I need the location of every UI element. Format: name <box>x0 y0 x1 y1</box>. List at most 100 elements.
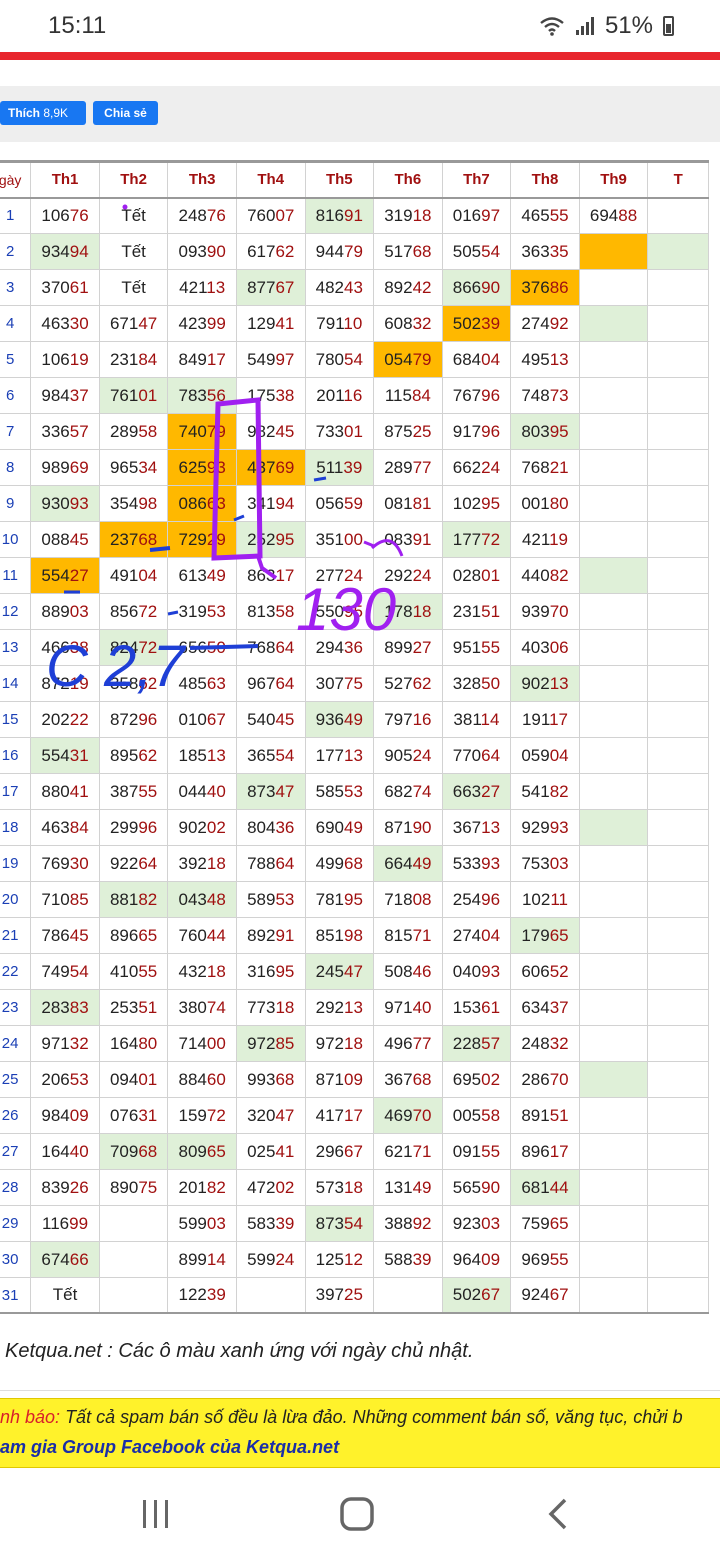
result-cell: 10619 <box>30 341 100 378</box>
facebook-like-button[interactable]: Thích 8,9K <box>0 101 86 125</box>
column-header: Th5 <box>304 160 375 199</box>
result-cell: 61349 <box>167 557 237 594</box>
result-cell: 87767 <box>235 269 306 306</box>
result-cell: 08663 <box>167 485 237 522</box>
result-cell: 00558 <box>441 1097 512 1134</box>
result-cell <box>578 845 649 882</box>
result-cell: 29667 <box>304 1133 375 1170</box>
result-cell: 77064 <box>441 737 512 774</box>
result-cell: 04093 <box>441 953 512 990</box>
facebook-group-link[interactable]: am gia Group Facebook của Ketqua.net <box>0 1437 339 1458</box>
table-row: 8 98969 96534 62593 43769 51139 28977 66224 7682… <box>0 449 709 486</box>
day-cell: 25 <box>0 1061 32 1098</box>
result-cell: 89151 <box>510 1097 580 1134</box>
result-cell: 15361 <box>441 989 512 1026</box>
result-cell <box>578 917 649 954</box>
result-cell: 17538 <box>235 377 306 414</box>
day-cell: 9 <box>0 485 32 522</box>
result-cell <box>578 881 649 918</box>
result-cell: 90202 <box>167 809 237 846</box>
result-cell: 69488 <box>578 197 649 234</box>
result-cell: 87354 <box>304 1205 375 1242</box>
result-cell: 32850 <box>441 665 512 702</box>
result-cell: 74873 <box>510 377 580 414</box>
day-cell: 2 <box>0 233 32 270</box>
result-cell <box>578 233 649 270</box>
result-cell: 92264 <box>98 845 169 882</box>
table-row: 10 08845 23768 72929 25295 35100 08391 17772 421… <box>0 521 709 558</box>
result-cell: 17772 <box>441 521 512 558</box>
result-cell: 78645 <box>30 917 100 954</box>
result-cell: 79716 <box>373 701 443 738</box>
result-cell: 80395 <box>510 413 580 450</box>
result-cell: 97218 <box>304 1025 375 1062</box>
result-cell: 09401 <box>98 1061 169 1098</box>
result-cell: 38074 <box>167 989 237 1026</box>
result-cell <box>578 1169 649 1206</box>
divider <box>0 1390 720 1391</box>
result-cell: 71085 <box>30 881 100 918</box>
result-cell: 66224 <box>441 449 512 486</box>
table-row: 25 20653 09401 88460 99368 87109 36768 69502 286… <box>0 1061 709 1098</box>
result-cell: 80965 <box>167 1133 237 1170</box>
day-cell: 20 <box>0 881 32 918</box>
day-cell: 1 <box>0 197 32 234</box>
back-button[interactable] <box>518 1486 598 1542</box>
result-cell: 31918 <box>373 197 443 234</box>
result-cell: 92467 <box>510 1277 580 1314</box>
result-cell <box>578 953 649 990</box>
result-cell: 43769 <box>235 449 306 486</box>
result-cell: 78356 <box>167 377 237 414</box>
result-cell: 68274 <box>373 773 443 810</box>
result-cell <box>578 449 649 486</box>
result-cell: 58339 <box>235 1205 306 1242</box>
result-cell: 89562 <box>98 737 169 774</box>
table-row: 5 10619 23184 84917 54997 78054 05479 68404 4951… <box>0 341 709 378</box>
recent-apps-button[interactable] <box>116 1486 196 1542</box>
result-cell: 80436 <box>235 809 306 846</box>
result-cell <box>578 305 649 342</box>
result-cell <box>647 917 709 954</box>
result-cell: 20116 <box>304 377 375 414</box>
result-cell: 89665 <box>98 917 169 954</box>
result-cell: 22857 <box>441 1025 512 1062</box>
like-label: Thích <box>8 106 40 120</box>
result-cell: 78054 <box>304 341 375 378</box>
result-cell: 39218 <box>167 845 237 882</box>
result-cell <box>578 1277 649 1314</box>
result-cell: 96955 <box>510 1241 580 1278</box>
result-cell: 66327 <box>441 773 512 810</box>
result-cell: 75303 <box>510 845 580 882</box>
result-cell: Tết <box>98 233 169 270</box>
column-header: Th8 <box>510 160 580 199</box>
result-cell <box>578 1241 649 1278</box>
day-cell: 23 <box>0 989 32 1026</box>
result-cell: 48563 <box>167 665 237 702</box>
facebook-share-button[interactable]: Chia sẻ <box>93 101 158 125</box>
result-cell: 36335 <box>510 233 580 270</box>
result-cell <box>647 377 709 414</box>
result-cell: 50846 <box>373 953 443 990</box>
result-cell: 04348 <box>167 881 237 918</box>
result-cell: 54997 <box>235 341 306 378</box>
result-cell: 05904 <box>510 737 580 774</box>
android-nav-bar <box>0 1468 720 1560</box>
result-cell: 46330 <box>30 305 100 342</box>
column-header: T <box>647 160 709 199</box>
day-cell: 15 <box>0 701 32 738</box>
result-cell: 89914 <box>167 1241 237 1278</box>
result-cell: 35498 <box>98 485 169 522</box>
home-button[interactable] <box>317 1486 397 1542</box>
result-cell: 25351 <box>98 989 169 1026</box>
result-cell: 95155 <box>441 629 512 666</box>
table-row: 9 93093 35498 08663 34194 05659 08181 10295 0018… <box>0 485 709 522</box>
table-row: 19 76930 92264 39218 78864 49968 66449 53393 753… <box>0 845 709 882</box>
result-cell: 76864 <box>235 629 306 666</box>
result-cell: 23768 <box>98 521 169 558</box>
result-cell: 28977 <box>373 449 443 486</box>
result-cell <box>578 521 649 558</box>
result-cell: 24876 <box>167 197 237 234</box>
result-cell: 71400 <box>167 1025 237 1062</box>
warning-text: nh báo: Tất cả spam bán số đều là lừa đả… <box>0 1407 683 1428</box>
result-cell: 76101 <box>98 377 169 414</box>
